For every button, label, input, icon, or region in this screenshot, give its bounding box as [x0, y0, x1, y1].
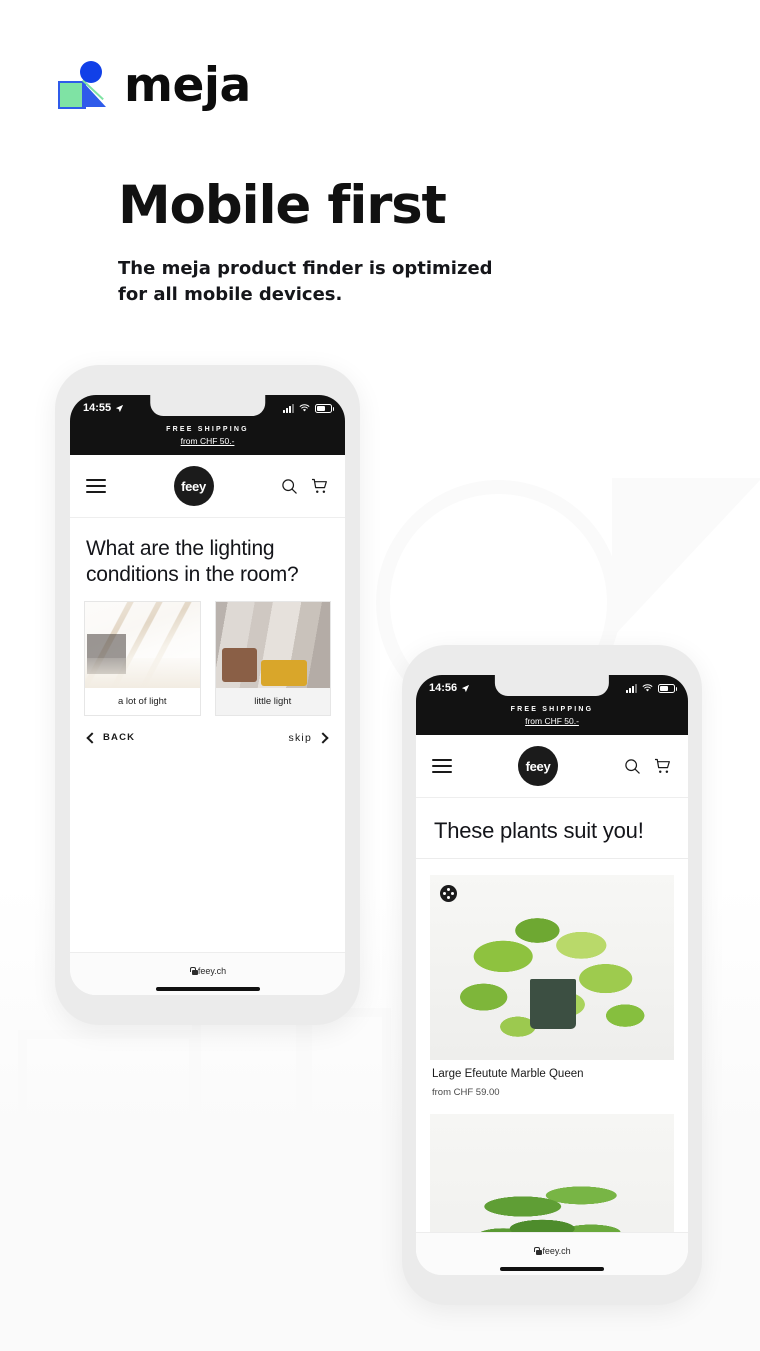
watermark-square-3 — [296, 1008, 391, 1180]
phone-mockup-results: 14:56 FREE SHIPPING from CHF 50.- feey T… — [402, 645, 702, 1305]
back-label: BACK — [103, 732, 136, 743]
hamburger-menu-icon[interactable] — [432, 755, 452, 776]
phone2-nav-icons — [624, 758, 672, 775]
phone1-status-right — [283, 403, 334, 413]
chevron-left-icon — [86, 731, 98, 744]
finder-controls: BACK skip — [84, 716, 331, 744]
phone2-promo-line1: FREE SHIPPING — [510, 706, 594, 713]
phone2-status-right — [626, 683, 677, 693]
signal-bars-icon — [283, 403, 294, 413]
results-title: These plants suit you! — [416, 798, 688, 859]
product-name: Large Efeutute Marble Queen — [432, 1068, 584, 1080]
phone-mockup-question: 14:55 FREE SHIPPING from CHF 50.- feey W… — [55, 365, 360, 1025]
wifi-icon — [642, 683, 653, 691]
option-label: little light — [215, 687, 330, 715]
cart-icon[interactable] — [311, 478, 329, 495]
phone2-clock: 14:56 — [429, 682, 458, 694]
brand-logo[interactable]: meja — [58, 58, 251, 113]
location-arrow-icon — [462, 684, 470, 692]
battery-icon — [315, 403, 334, 413]
phone2-top-bar: 14:56 FREE SHIPPING from CHF 50.- — [416, 675, 688, 735]
cart-icon[interactable] — [654, 758, 672, 775]
url-text: feey.ch — [542, 1246, 571, 1256]
url-text: feey.ch — [197, 966, 227, 976]
phone2-url[interactable]: feey.ch — [533, 1246, 571, 1256]
page-title: Mobile first — [118, 175, 447, 236]
logo-circle-shape — [80, 60, 102, 83]
back-button[interactable]: BACK — [86, 731, 136, 744]
plant-pot — [530, 978, 577, 1029]
wifi-icon — [299, 403, 310, 411]
feey-logo-button[interactable]: feey — [518, 746, 558, 786]
feey-logo-button[interactable]: feey — [173, 466, 214, 506]
phone-screen-question: 14:55 FREE SHIPPING from CHF 50.- feey W… — [70, 395, 345, 995]
phone1-status-bar: 14:55 — [70, 395, 345, 421]
page-root: meja Mobile first The meja product finde… — [0, 0, 760, 1351]
chevron-right-icon — [317, 731, 329, 744]
skip-button[interactable]: skip — [288, 731, 329, 744]
signal-bars-icon — [626, 683, 637, 693]
page-subtitle: The meja product finder is optimized for… — [118, 258, 493, 305]
phone2-content: These plants suit you! Large Efeutute Ma… — [416, 798, 688, 1275]
bright-room-image — [85, 601, 200, 688]
finder-option-little-light[interactable]: little light — [214, 600, 331, 716]
phone2-navbar: feey — [416, 735, 688, 798]
hamburger-menu-icon[interactable] — [86, 475, 106, 496]
battery-icon — [658, 683, 677, 693]
phone1-browser-bar[interactable]: feey.ch — [70, 952, 345, 995]
product-card-1[interactable]: Large Efeutute Marble Queen from CHF 59.… — [430, 875, 674, 1098]
home-indicator[interactable] — [155, 987, 260, 991]
phone1-promo-line1: FREE SHIPPING — [166, 426, 249, 433]
product-price: from CHF 59.00 — [432, 1086, 500, 1098]
home-indicator[interactable] — [500, 1267, 604, 1271]
phone2-status-bar: 14:56 — [416, 675, 688, 701]
phone1-navbar: feey — [70, 455, 345, 518]
skip-label: skip — [288, 731, 312, 744]
brand-name: meja — [124, 58, 251, 113]
lock-icon — [533, 1247, 543, 1255]
watermark-square-2 — [192, 1005, 312, 1180]
phone2-promo-banner[interactable]: FREE SHIPPING from CHF 50.- — [416, 701, 688, 735]
search-icon[interactable] — [624, 758, 641, 775]
watermark-triangle — [612, 478, 760, 638]
phone1-clock: 14:55 — [83, 402, 112, 414]
phone1-promo-line2[interactable]: from CHF 50.- — [70, 436, 345, 446]
finder-option-list: a lot of light little light — [84, 600, 331, 716]
phone2-status-left: 14:56 — [429, 682, 470, 694]
finder-question: What are the lighting conditions in the … — [86, 537, 299, 587]
pothos-foliage — [430, 875, 674, 1060]
phone2-browser-bar[interactable]: feey.ch — [416, 1232, 688, 1275]
phone1-content: What are the lighting conditions in the … — [70, 518, 345, 744]
product-image-pothos[interactable] — [430, 875, 674, 1060]
phone1-promo-banner[interactable]: FREE SHIPPING from CHF 50.- — [70, 421, 345, 455]
meja-logo-mark-icon — [58, 59, 121, 113]
plant-care-badge-icon[interactable] — [440, 885, 457, 902]
phone1-url[interactable]: feey.ch — [189, 966, 226, 976]
phone2-promo-line2[interactable]: from CHF 50.- — [416, 716, 688, 726]
lock-icon — [189, 967, 198, 975]
finder-option-a-lot-of-light[interactable]: a lot of light — [84, 600, 201, 716]
location-arrow-icon — [116, 404, 124, 412]
phone1-status-left: 14:55 — [83, 402, 124, 414]
watermark-square-1 — [18, 1030, 198, 1245]
phone1-top-bar: 14:55 FREE SHIPPING from CHF 50.- — [70, 395, 345, 455]
option-label: a lot of light — [85, 687, 200, 715]
phone-screen-results: 14:56 FREE SHIPPING from CHF 50.- feey T… — [416, 675, 688, 1275]
dim-room-image — [215, 601, 330, 688]
search-icon[interactable] — [281, 478, 298, 495]
phone1-nav-icons — [281, 478, 329, 495]
